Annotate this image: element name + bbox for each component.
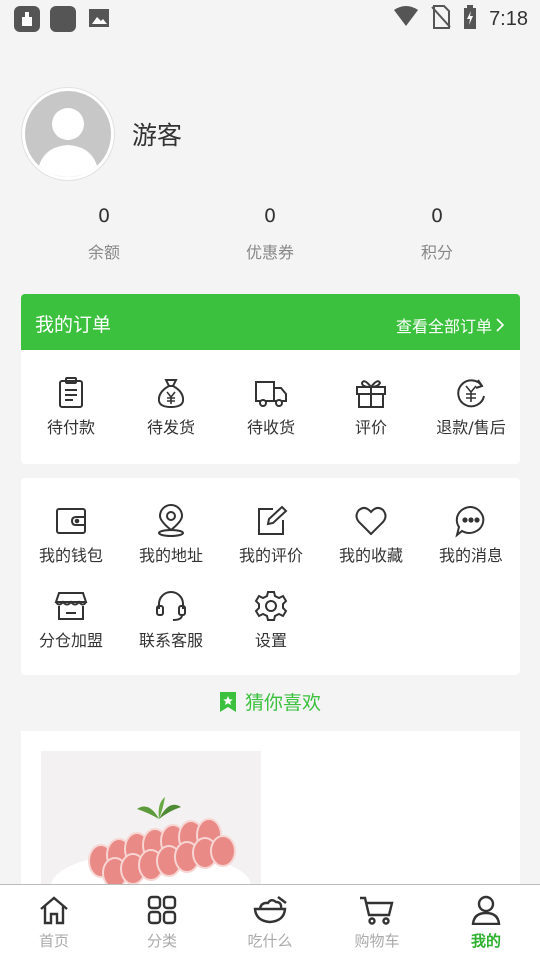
tab-home[interactable]: 首页 <box>14 895 94 951</box>
tab-label: 吃什么 <box>247 932 293 950</box>
tab-category[interactable]: 分类 <box>122 895 202 951</box>
product-list <box>21 731 520 891</box>
order-item-label: 待付款 <box>46 418 95 437</box>
service-settings[interactable]: 设置 <box>221 589 321 651</box>
refund-icon <box>457 379 485 408</box>
message-icon <box>455 505 485 538</box>
service-reviews[interactable]: 我的评价 <box>221 504 321 566</box>
order-pending-shipment[interactable]: 待发货 <box>121 376 221 438</box>
view-all-orders-link[interactable]: 查看全部订单 <box>396 313 504 337</box>
wallet-icon <box>56 508 86 534</box>
order-item-label: 评价 <box>354 418 387 437</box>
coupon-stat[interactable]: 0 优惠券 <box>210 205 330 263</box>
order-item-label: 待收货 <box>246 418 295 437</box>
account-stats: 0 余额 0 优惠券 0 积分 <box>0 205 540 265</box>
profile-header[interactable]: 游客 <box>22 88 182 180</box>
service-customer-support[interactable]: 联系客服 <box>121 589 221 651</box>
clock: 7:18 <box>489 7 528 30</box>
gift-icon <box>356 380 386 408</box>
app-notification-icon <box>14 6 40 32</box>
service-item-label: 我的消息 <box>438 546 503 565</box>
user-icon <box>471 895 501 925</box>
no-sim-icon <box>431 5 451 33</box>
settings-icon <box>254 591 288 621</box>
avatar[interactable] <box>22 88 114 180</box>
chevron-right-icon <box>496 318 504 332</box>
services-card: 我的钱包 我的地址 我的评价 我的收藏 我的消息 分仓加盟 联系客服 设置 <box>21 478 520 675</box>
recommend-section-title: 猜你喜欢 <box>0 688 540 715</box>
status-bar: 7:18 <box>0 0 540 40</box>
store-icon <box>54 592 88 620</box>
coupon-value: 0 <box>263 205 277 227</box>
heart-icon <box>355 506 387 536</box>
tab-label: 我的 <box>470 932 501 950</box>
service-franchise[interactable]: 分仓加盟 <box>21 589 121 651</box>
service-messages[interactable]: 我的消息 <box>421 504 521 566</box>
order-to-review[interactable]: 评价 <box>321 376 421 438</box>
orders-header: 我的订单 查看全部订单 <box>21 294 520 350</box>
balance-label: 余额 <box>87 243 120 262</box>
points-value: 0 <box>430 205 444 227</box>
tab-cart[interactable]: 购物车 <box>337 895 417 951</box>
truck-icon <box>255 381 287 407</box>
tab-label: 首页 <box>38 932 69 950</box>
username[interactable]: 游客 <box>132 116 182 152</box>
wifi-icon <box>393 6 419 32</box>
service-favorites[interactable]: 我的收藏 <box>321 504 421 566</box>
balance-stat[interactable]: 0 余额 <box>44 205 164 263</box>
cart-icon <box>360 896 394 925</box>
tab-mine[interactable]: 我的 <box>446 895 526 951</box>
order-refund[interactable]: 退款/售后 <box>421 376 521 438</box>
app-notification-icon-2 <box>50 6 76 32</box>
order-item-label: 退款/售后 <box>436 418 506 437</box>
coupon-label: 优惠券 <box>245 243 294 262</box>
balance-value: 0 <box>97 205 111 227</box>
orders-card: 待付款 待发货 待收货 评价 退款/售后 <box>21 350 520 464</box>
bowl-icon <box>253 896 287 924</box>
recommend-title: 猜你喜欢 <box>244 692 321 714</box>
order-pending-receipt[interactable]: 待收货 <box>221 376 321 438</box>
order-item-label: 待发货 <box>146 418 195 437</box>
order-pending-payment[interactable]: 待付款 <box>21 376 121 438</box>
clipboard-icon <box>59 377 83 408</box>
tab-label: 分类 <box>146 932 177 950</box>
battery-charging-icon <box>463 5 477 33</box>
bookmark-star-icon <box>219 691 236 712</box>
home-icon <box>40 896 68 925</box>
bottom-tab-bar: 首页 分类 吃什么 购物车 我的 <box>0 884 540 960</box>
product-card[interactable] <box>41 751 261 891</box>
edit-icon <box>258 505 288 535</box>
points-label: 积分 <box>420 243 453 262</box>
money-bag-icon <box>157 379 185 409</box>
view-all-orders-label: 查看全部订单 <box>395 317 492 336</box>
service-item-label: 我的评价 <box>238 546 303 565</box>
service-item-label: 设置 <box>254 631 287 650</box>
location-icon <box>158 504 184 537</box>
tab-label: 购物车 <box>354 932 400 950</box>
service-address[interactable]: 我的地址 <box>121 504 221 566</box>
image-notification-icon <box>88 8 110 32</box>
points-stat[interactable]: 0 积分 <box>377 205 497 263</box>
headset-icon <box>156 591 186 621</box>
service-item-label: 我的地址 <box>138 546 203 565</box>
product-image-lamb-rolls <box>41 751 261 891</box>
tab-what-to-eat[interactable]: 吃什么 <box>230 895 310 951</box>
service-item-label: 联系客服 <box>138 631 203 650</box>
grid-icon <box>147 895 177 925</box>
service-item-label: 我的收藏 <box>338 546 403 565</box>
orders-title: 我的订单 <box>35 314 112 336</box>
service-item-label: 分仓加盟 <box>38 631 103 650</box>
service-item-label: 我的钱包 <box>38 546 103 565</box>
service-wallet[interactable]: 我的钱包 <box>21 504 121 566</box>
